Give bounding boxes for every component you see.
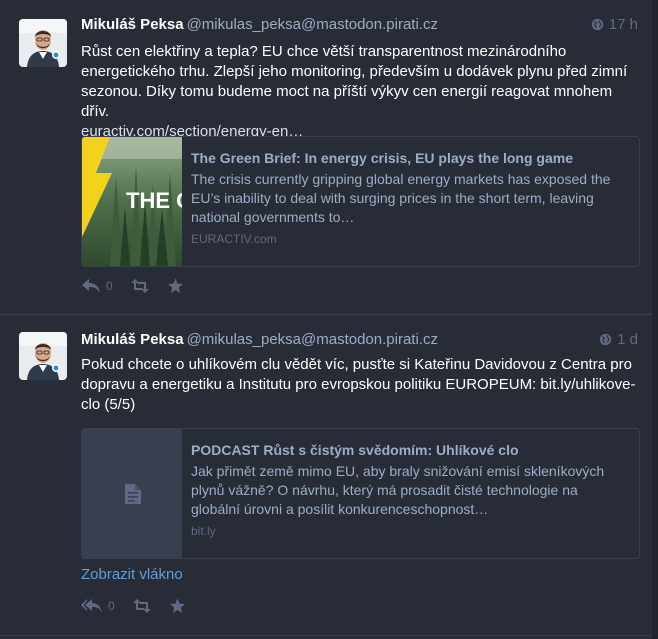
- boost-button[interactable]: [132, 598, 152, 614]
- status-actions: 0: [81, 595, 203, 617]
- globe-icon: [591, 18, 603, 31]
- card-body: The Green Brief: In energy crisis, EU pl…: [191, 149, 625, 246]
- content-line: Pokud chcete o uhlíkovém clu vědět víc, …: [81, 356, 632, 373]
- account-handle[interactable]: @mikulas_peksa@mastodon.pirati.cz: [187, 16, 438, 33]
- card-thumbnail: THE G: [82, 137, 193, 266]
- timestamp: 17 h: [608, 16, 638, 33]
- reply-count: 0: [108, 599, 115, 613]
- scrollbar[interactable]: [652, 0, 658, 639]
- timeline: Mikuláš Peksa @mikulas_peksa@mastodon.pir…: [0, 0, 652, 639]
- content-line: Růst cen elektřiny a tepla? EU chce větš…: [81, 43, 567, 60]
- content-line: energetického trhu. Zlepší jeho monitori…: [81, 63, 628, 80]
- card-host: EURACTIV.com: [191, 232, 277, 246]
- content-line: clo (5/5): [81, 396, 136, 413]
- card-title: PODCAST Růst s čistým svědomím: Uhlíkové…: [191, 442, 519, 458]
- show-thread-link[interactable]: Zobrazit vlákno: [81, 566, 183, 583]
- file-icon: [125, 484, 141, 504]
- card-thumb-text: THE G: [126, 188, 182, 213]
- status[interactable]: Mikuláš Peksa @mikulas_peksa@mastodon.pir…: [0, 315, 652, 636]
- boost-icon: [130, 279, 149, 293]
- card-description: Jak přimět země mimo EU, aby braly snižo…: [191, 463, 605, 517]
- link-preview-card[interactable]: PODCAST Růst s čistým svědomím: Uhlíkové…: [81, 428, 640, 559]
- avatar[interactable]: [19, 332, 67, 380]
- timestamp: 1 d: [617, 331, 638, 348]
- reply-button[interactable]: 0: [81, 598, 115, 614]
- link-preview-card[interactable]: THE G The Green Brief: In energy crisis,…: [81, 136, 640, 267]
- boost-icon: [132, 599, 151, 613]
- favourite-button[interactable]: [167, 278, 184, 294]
- globe-icon: [599, 333, 612, 346]
- status[interactable]: Mikuláš Peksa @mikulas_peksa@mastodon.pir…: [0, 0, 652, 315]
- reply-button[interactable]: 0: [81, 278, 113, 294]
- reply-all-icon: [81, 599, 102, 613]
- avatar[interactable]: [19, 19, 67, 67]
- reply-count: 0: [106, 279, 113, 293]
- reply-icon: [82, 279, 100, 293]
- content-line: dopravu a energetiku a Institutu pro evr…: [81, 376, 636, 393]
- status-header: Mikuláš Peksa @mikulas_peksa@mastodon.pir…: [81, 331, 638, 351]
- card-title: The Green Brief: In energy crisis, EU pl…: [191, 150, 573, 166]
- favourite-button[interactable]: [169, 598, 186, 614]
- star-icon: [169, 598, 185, 613]
- card-thumbnail: [82, 429, 182, 558]
- status-header: Mikuláš Peksa @mikulas_peksa@mastodon.pir…: [81, 16, 638, 36]
- display-name[interactable]: Mikuláš Peksa: [81, 16, 184, 33]
- status-actions: 0: [81, 275, 201, 297]
- boost-button[interactable]: [130, 278, 150, 294]
- card-description: The crisis currently gripping global ene…: [191, 171, 611, 225]
- card-body: PODCAST Růst s čistým svědomím: Uhlíkové…: [191, 441, 625, 538]
- status-content: Pokud chcete o uhlíkovém clu vědět víc, …: [81, 355, 641, 415]
- content-line: sezonou. Díky tomu budeme moct na příští…: [81, 83, 613, 120]
- status-time[interactable]: 1 d: [599, 331, 638, 348]
- display-name[interactable]: Mikuláš Peksa: [81, 331, 184, 348]
- star-icon: [167, 278, 183, 293]
- status-time[interactable]: 17 h: [591, 16, 638, 33]
- status-content: Růst cen elektřiny a tepla? EU chce větš…: [81, 42, 641, 142]
- account-handle[interactable]: @mikulas_peksa@mastodon.pirati.cz: [187, 331, 438, 348]
- card-host: bit.ly: [191, 524, 216, 538]
